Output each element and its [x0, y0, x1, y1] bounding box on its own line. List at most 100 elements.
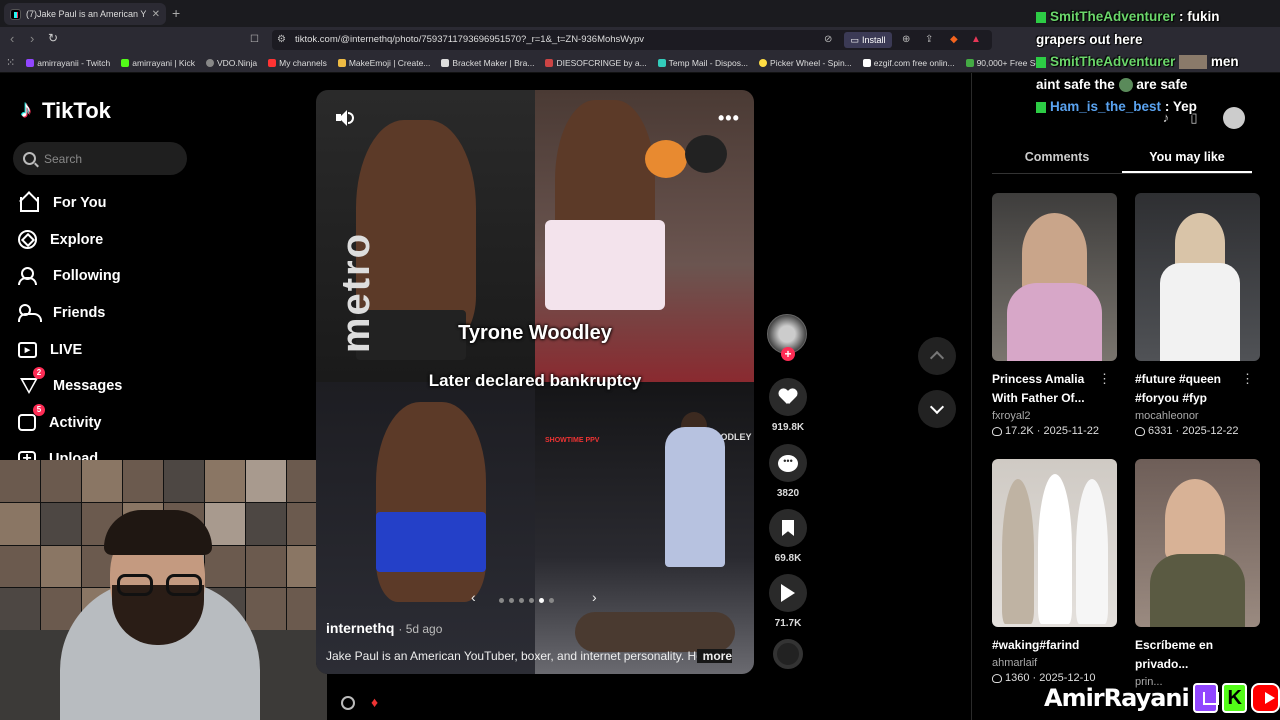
- streamer-brand-overlay: AmirRayani K: [1044, 678, 1280, 718]
- reader-icon[interactable]: ⊘: [824, 34, 832, 45]
- vdo-icon: [205, 58, 214, 67]
- sidebar-item-for-you[interactable]: For You: [18, 185, 122, 222]
- kick-badge-icon: [1036, 11, 1046, 23]
- slide-dot[interactable]: [539, 598, 544, 603]
- chat-text: aint safe the: [1036, 76, 1115, 92]
- previous-post-button[interactable]: [918, 337, 956, 375]
- zoom-icon[interactable]: ⊕: [902, 34, 910, 45]
- next-slide-icon[interactable]: ›: [592, 589, 597, 605]
- browser-tab-active[interactable]: (7)Jake Paul is an American Y ✕: [4, 3, 166, 25]
- slide-indicator: [499, 598, 554, 603]
- bookmark-item[interactable]: My channels: [268, 58, 327, 68]
- card-meta: 6331 · 2025-12-22: [1135, 425, 1260, 437]
- boxing-glove: [685, 135, 727, 173]
- install-button[interactable]: ▭ Install: [844, 32, 892, 48]
- share-icon[interactable]: ⇪: [925, 34, 933, 45]
- sidebar-item-following[interactable]: Following: [18, 258, 122, 295]
- bookmark-item[interactable]: MakeEmoji | Create...: [337, 58, 430, 68]
- sidebar-item-messages[interactable]: 2 Messages: [18, 366, 122, 405]
- tiktok-note-icon: [20, 96, 38, 124]
- recommended-card[interactable]: ⋮ #future #queen #foryou #fyp mocahleono…: [1135, 193, 1260, 437]
- card-title: Princess Amalia With Father Of...: [992, 372, 1085, 405]
- recommended-card[interactable]: Escríbeme en privado... prin...: [1135, 459, 1260, 688]
- chat-username: SmitTheAdventurer: [1050, 9, 1176, 24]
- slide-dot[interactable]: [509, 598, 514, 603]
- follow-button[interactable]: +: [781, 347, 795, 361]
- notification-icon[interactable]: [341, 696, 355, 710]
- close-tab-icon[interactable]: ✕: [152, 9, 160, 20]
- card-likes: 17.2K: [1005, 425, 1034, 437]
- tab-you-may-like[interactable]: You may like: [1122, 148, 1252, 173]
- heart-outline-icon: [1135, 426, 1145, 436]
- rewards-icon[interactable]: ▲: [971, 34, 981, 45]
- bookmark-item[interactable]: amirrayani | Kick: [121, 58, 195, 68]
- thumbnail-figure: [1022, 213, 1087, 293]
- prev-slide-icon[interactable]: ‹: [471, 589, 476, 605]
- tab-comments[interactable]: Comments: [992, 148, 1122, 173]
- apps-grid-icon[interactable]: ⁙: [6, 56, 15, 69]
- tiktok-logo[interactable]: TikTok: [20, 96, 111, 124]
- bookmark-item[interactable]: amirrayanii - Twitch: [26, 58, 110, 68]
- card-author: mocahleonor: [1135, 410, 1199, 422]
- new-tab-icon[interactable]: +: [172, 5, 180, 21]
- overlay-subtitle: Later declared bankruptcy: [428, 371, 642, 390]
- forward-icon[interactable]: ›: [30, 31, 34, 46]
- makeemoji-icon: [337, 58, 346, 67]
- bookmark-item[interactable]: Temp Mail - Dispos...: [657, 58, 748, 68]
- diesofcringe-icon: [545, 58, 554, 67]
- bookmark-item[interactable]: VDO.Ninja: [205, 58, 257, 68]
- more-options-icon[interactable]: •••: [718, 108, 740, 129]
- bookmark-star-icon[interactable]: ☐: [250, 34, 259, 45]
- post-author[interactable]: internethq · 5d ago: [326, 620, 442, 636]
- search-icon: [23, 152, 36, 165]
- bookmark-item[interactable]: DIESOFCRINGE by a...: [545, 58, 647, 68]
- sidebar-item-friends[interactable]: Friends: [18, 295, 122, 332]
- like-button[interactable]: 919.8K: [768, 378, 808, 433]
- card-menu-icon[interactable]: ⋮: [1241, 371, 1254, 387]
- thumbnail-figure: [1002, 479, 1034, 624]
- live-icon: ▶: [18, 341, 37, 358]
- fighter-shorts: [376, 512, 486, 572]
- recommended-card[interactable]: #waking#farind ahmarlaif 1360 · 2025-12-…: [992, 459, 1117, 684]
- next-post-button[interactable]: [918, 390, 956, 428]
- slide-dot[interactable]: [529, 598, 534, 603]
- install-icon: ▭: [850, 34, 859, 45]
- photo-post[interactable]: metro SHOWTIME PPV WOODLEY Tyrone Woodle…: [316, 90, 754, 674]
- site-info-icon[interactable]: ⚙: [277, 34, 286, 45]
- webcam-overlay: [0, 460, 327, 720]
- thumbnail-figure: [1165, 479, 1225, 559]
- sidebar-item-explore[interactable]: Explore: [18, 222, 122, 259]
- music-disc-icon[interactable]: [773, 639, 803, 669]
- sidebar-item-live[interactable]: ▶ LIVE: [18, 331, 122, 368]
- bookmark-item[interactable]: Picker Wheel - Spin...: [759, 58, 852, 68]
- share-button[interactable]: 71.7K: [768, 574, 808, 629]
- bookmark-icon: [782, 520, 794, 536]
- recommended-card[interactable]: ⋮ Princess Amalia With Father Of... fxro…: [992, 193, 1117, 437]
- reload-icon[interactable]: ↻: [48, 31, 58, 45]
- save-button[interactable]: 69.8K: [768, 509, 808, 564]
- location-pin-icon[interactable]: ♦: [371, 694, 385, 710]
- chevron-down-icon: [929, 399, 945, 415]
- bookmark-item[interactable]: Bracket Maker | Bra...: [441, 58, 534, 68]
- sidebar-nav: For You Explore Following Friends ▶ LIVE…: [18, 185, 122, 478]
- heart-icon: [779, 389, 797, 405]
- caption-more-link[interactable]: more: [696, 649, 732, 663]
- brave-shield-icon[interactable]: ◆: [950, 34, 958, 45]
- card-menu-icon[interactable]: ⋮: [1098, 371, 1111, 387]
- slide-dot[interactable]: [549, 598, 554, 603]
- search-input[interactable]: Search: [13, 142, 187, 175]
- bookmark-label: My channels: [279, 57, 327, 68]
- volume-icon[interactable]: [334, 108, 354, 128]
- slide-dot[interactable]: [519, 598, 524, 603]
- sidebar-item-label: Following: [53, 268, 121, 285]
- back-icon[interactable]: ‹: [10, 31, 14, 46]
- sidebar-item-label: Activity: [49, 414, 102, 431]
- sidebar-item-activity[interactable]: 5 Activity: [18, 403, 122, 442]
- card-title: #waking#farind: [992, 638, 1080, 652]
- slide-dot[interactable]: [499, 598, 504, 603]
- streamer-hair: [104, 510, 212, 555]
- chat-text: Yep: [1172, 99, 1197, 114]
- bookmark-item[interactable]: ezgif.com free onlin...: [862, 58, 955, 68]
- bookmark-item[interactable]: 90,000+ Free So: [965, 58, 1040, 68]
- comment-button[interactable]: ••• 3820: [768, 444, 808, 499]
